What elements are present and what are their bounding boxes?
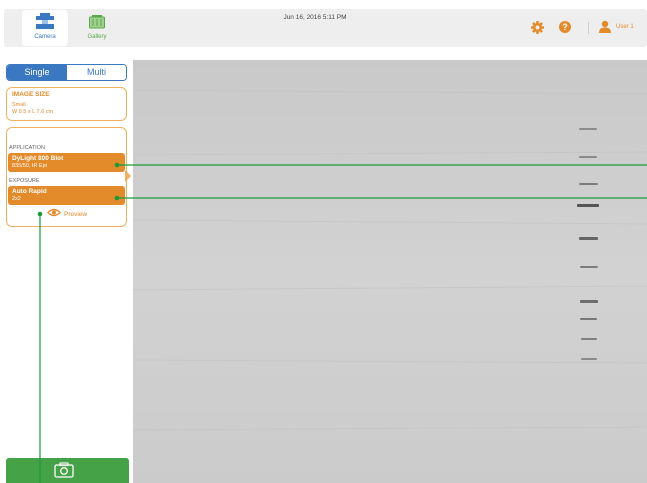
application-select-button[interactable]: DyLight 800 Blot 835/50, IR Epi: [8, 153, 125, 172]
user-name[interactable]: User 1: [616, 24, 634, 30]
date-time: Jun 16, 2016 5:11 PM: [283, 14, 347, 21]
gear-icon[interactable]: [531, 21, 544, 34]
eye-icon[interactable]: [47, 208, 61, 217]
ladder-band: [579, 183, 598, 185]
blot-texture: [133, 60, 647, 483]
camera-icon: [54, 462, 74, 478]
user-icon[interactable]: [599, 20, 611, 33]
ladder-band: [581, 338, 597, 340]
application-detail: 835/50, IR Epi: [12, 163, 47, 169]
preview-button[interactable]: Preview: [64, 211, 87, 218]
ladder-band: [580, 266, 598, 268]
gallery-tab-button[interactable]: Gallery: [74, 10, 120, 46]
camera-tab-button[interactable]: Camera: [22, 10, 68, 46]
ladder-band: [579, 156, 597, 158]
ladder-band: [577, 204, 599, 207]
ladder-band: [580, 318, 597, 320]
ladder-band: [580, 300, 598, 303]
ladder-band: [579, 128, 597, 130]
mode-segmented-control: Single Multi: [6, 64, 127, 81]
application-heading: APPLICATION: [9, 145, 45, 151]
exposure-select-button[interactable]: Auto Rapid 2x2: [8, 186, 125, 205]
blot-image: [133, 60, 647, 483]
image-size-heading: IMAGE SIZE: [12, 91, 50, 98]
single-mode-button[interactable]: Single: [7, 65, 67, 80]
exposure-heading: EXPOSURE: [9, 178, 40, 184]
panel-pointer: [125, 170, 131, 182]
gallery-icon: [89, 15, 105, 29]
ladder-band: [581, 358, 597, 360]
image-size-value: Small: [12, 102, 26, 108]
multi-mode-button[interactable]: Multi: [67, 65, 126, 80]
divider: [588, 22, 589, 34]
camera-mode-icon: [36, 13, 54, 29]
application-value: DyLight 800 Blot: [12, 155, 64, 162]
gallery-tab-label: Gallery: [87, 34, 107, 40]
camera-tab-label: Camera: [34, 34, 56, 40]
image-size-dimensions: W 9.5 x L 7.6 cm: [12, 109, 54, 115]
settings-sidebar: [0, 60, 133, 483]
help-icon[interactable]: ?: [559, 21, 571, 33]
exposure-value: Auto Rapid: [12, 188, 47, 195]
ladder-band: [579, 237, 598, 240]
exposure-detail: 2x2: [12, 196, 21, 202]
image-size-panel[interactable]: IMAGE SIZE Small W 9.5 x L 7.6 cm: [6, 87, 127, 121]
